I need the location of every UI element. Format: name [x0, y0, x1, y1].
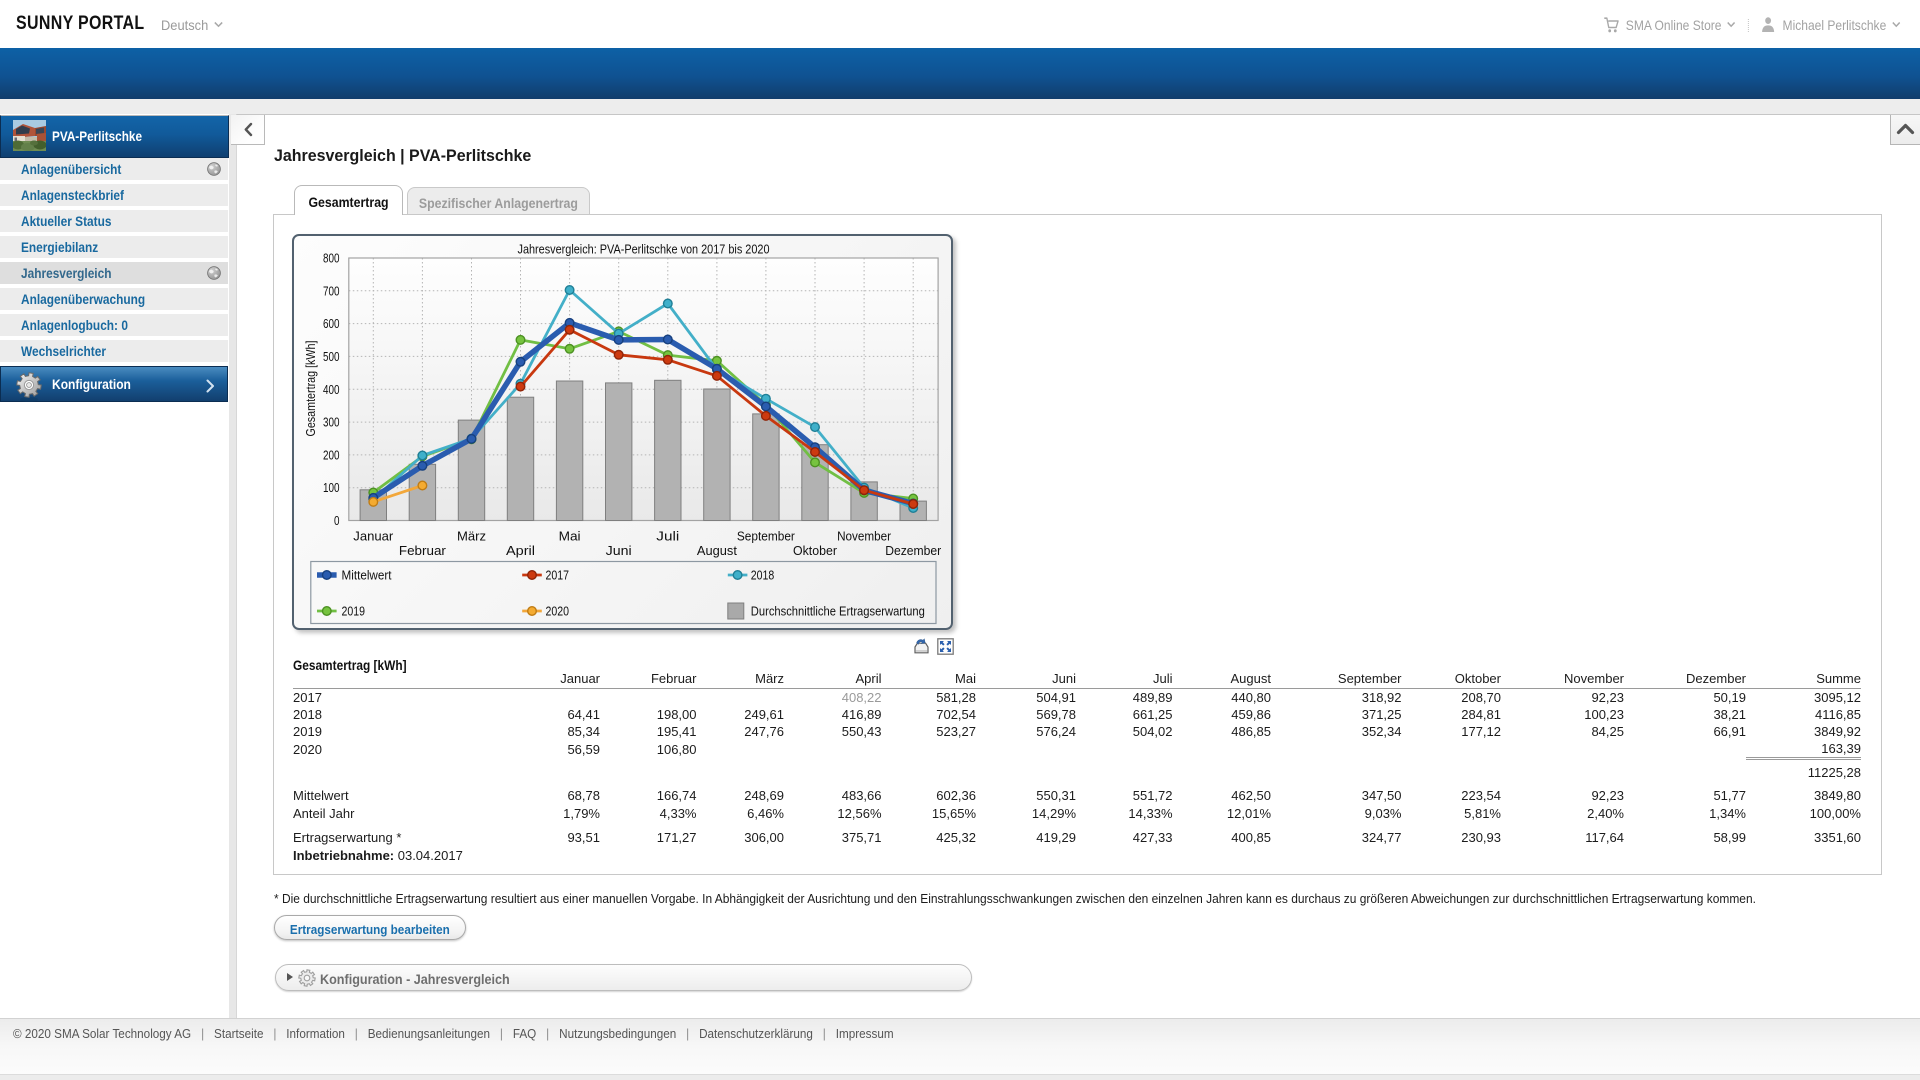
svg-text:September: September [736, 528, 795, 543]
svg-text:200: 200 [323, 447, 340, 462]
svg-text:Mittelwert: Mittelwert [341, 567, 391, 582]
svg-text:300: 300 [323, 414, 340, 429]
svg-text:Oktober: Oktober [793, 543, 838, 558]
svg-text:700: 700 [323, 283, 340, 298]
svg-text:Juni: Juni [605, 543, 631, 558]
svg-text:600: 600 [323, 316, 340, 331]
svg-text:0: 0 [334, 513, 340, 528]
svg-text:2018: 2018 [750, 567, 774, 582]
svg-text:Jahresvergleich: PVA-Perlitsch: Jahresvergleich: PVA-Perlitschke von 201… [517, 241, 769, 256]
svg-text:August: August [696, 543, 736, 558]
svg-text:400: 400 [323, 381, 340, 396]
svg-text:April: April [506, 543, 535, 558]
svg-text:Durchschnittliche Ertragserwar: Durchschnittliche Ertragserwartung [750, 603, 924, 618]
svg-text:800: 800 [323, 250, 340, 265]
svg-text:2017: 2017 [545, 567, 569, 582]
svg-text:2020: 2020 [545, 603, 569, 618]
svg-text:November: November [837, 528, 892, 543]
svg-text:100: 100 [323, 480, 340, 495]
svg-text:Mai: Mai [558, 528, 580, 543]
svg-text:500: 500 [323, 348, 340, 363]
svg-text:Dezember: Dezember [885, 543, 942, 558]
svg-text:Gesamtertrag [kWh]: Gesamtertrag [kWh] [303, 340, 318, 436]
svg-text:Januar: Januar [353, 528, 394, 543]
svg-text:2019: 2019 [341, 603, 365, 618]
svg-text:Februar: Februar [398, 543, 446, 558]
svg-text:März: März [457, 528, 486, 543]
svg-text:Juli: Juli [656, 528, 679, 543]
